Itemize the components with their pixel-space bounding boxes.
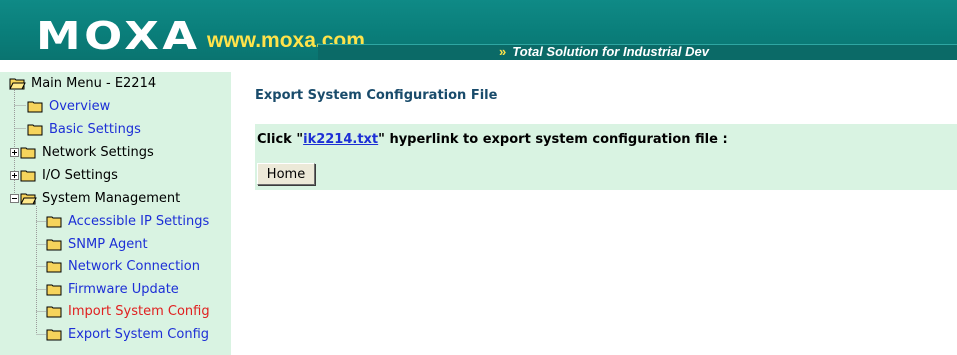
sidebar-item-label: Firmware Update (68, 281, 179, 297)
instruction-suffix: " hyperlink to export system configurati… (378, 132, 728, 147)
sidebar-menu: Main Menu - E2214 Overview Basic Setting… (0, 72, 231, 355)
folder-icon (46, 284, 62, 295)
folder-icon (27, 124, 43, 135)
moxa-logo: MOXA (36, 14, 201, 58)
export-panel: Click "ik2214.txt" hyperlink to export s… (255, 124, 957, 190)
sidebar-item-label: SNMP Agent (68, 236, 148, 252)
sidebar-item-label: Accessible IP Settings (68, 213, 210, 229)
export-file-link[interactable]: ik2214.txt (303, 132, 378, 147)
plus-box-icon[interactable] (10, 147, 19, 157)
sidebar-item-overview[interactable]: Overview (27, 95, 110, 117)
folder-icon (20, 147, 36, 158)
instruction-prefix: Click " (257, 132, 304, 147)
sidebar-item-accessible-ip-settings[interactable]: Accessible IP Settings (46, 210, 209, 232)
sidebar-item-label: Export System Config (68, 326, 210, 342)
sidebar-item-io-settings[interactable]: I/O Settings (10, 164, 118, 186)
sidebar-item-label: I/O Settings (42, 167, 118, 183)
folder-icon (46, 329, 62, 340)
folder-icon (46, 306, 62, 317)
sidebar-item-label: Overview (49, 98, 111, 114)
header-banner: MOXA www.moxa.com » Total Solution for In… (0, 0, 957, 60)
open-folder-icon (9, 78, 26, 89)
sidebar-item-label: Import System Config (68, 303, 210, 319)
folder-icon (27, 101, 43, 112)
sidebar-item-label: Network Settings (42, 144, 154, 160)
sidebar-item-export-system-config[interactable]: Export System Config (46, 323, 209, 345)
sidebar-item-import-system-config[interactable]: Import System Config (46, 300, 210, 322)
folder-icon (46, 216, 62, 227)
plus-box-icon[interactable] (10, 170, 19, 180)
tagline: » Total Solution for Industrial Dev (499, 45, 709, 59)
tagline-text: Total Solution for Industrial Dev (512, 44, 709, 59)
sidebar-root-label: Main Menu - E2214 (31, 75, 157, 91)
sidebar-item-label: Basic Settings (49, 121, 141, 137)
minus-box-icon[interactable] (10, 193, 19, 203)
sidebar-item-firmware-update[interactable]: Firmware Update (46, 278, 179, 300)
open-folder-icon (20, 193, 37, 204)
sidebar-item-label: System Management (42, 190, 181, 206)
sidebar-item-snmp-agent[interactable]: SNMP Agent (46, 233, 148, 255)
sidebar-item-network-connection[interactable]: Network Connection (46, 255, 200, 277)
sidebar-item-network-settings[interactable]: Network Settings (10, 141, 154, 163)
folder-icon (46, 261, 62, 272)
folder-icon (46, 239, 62, 250)
export-instruction: Click "ik2214.txt" hyperlink to export s… (257, 132, 728, 147)
sidebar-item-label: Network Connection (68, 258, 200, 274)
sidebar-item-system-management[interactable]: System Management (10, 187, 180, 209)
double-chevron-icon: » (499, 44, 507, 59)
sidebar-root[interactable]: Main Menu - E2214 (9, 72, 156, 94)
sidebar-item-basic-settings[interactable]: Basic Settings (27, 118, 141, 140)
folder-icon (20, 170, 36, 181)
page-title: Export System Configuration File (255, 88, 498, 103)
home-button[interactable]: Home (257, 163, 315, 185)
